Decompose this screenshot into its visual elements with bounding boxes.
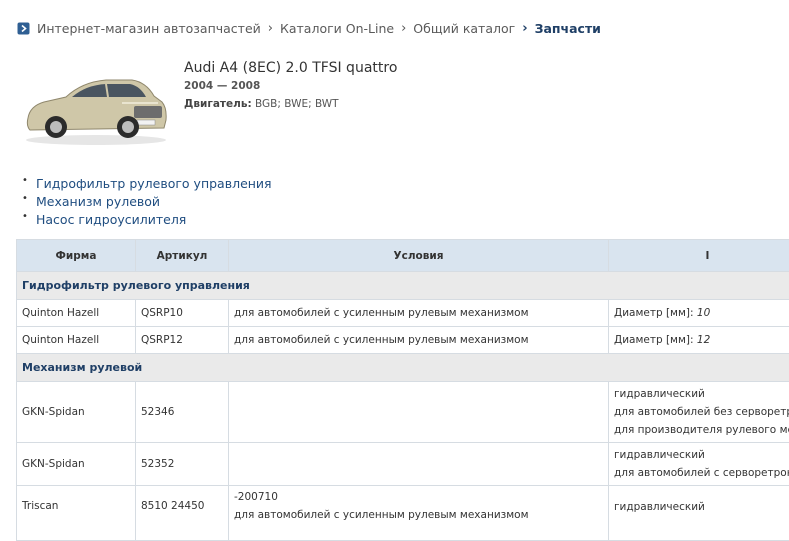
cell-firm: Triscan: [17, 486, 136, 541]
table-row[interactable]: GKN-Spidan 52352 гидравлический для авто…: [17, 443, 789, 486]
cell-firm: GKN-Spidan: [17, 443, 136, 486]
breadcrumb-current: Запчасти: [535, 21, 601, 36]
param-line: для автомобилей без серворетроник: [614, 403, 789, 421]
bullet-icon: •: [22, 175, 28, 186]
param-line: для производителя рулевого меха: [614, 421, 789, 439]
column-header-conditions[interactable]: Условия: [229, 240, 609, 272]
cell-firm: GKN-Spidan: [17, 382, 136, 443]
param-label: Диаметр [мм]:: [614, 334, 694, 346]
vehicle-engines: Двигатель: BGB; BWE; BWT: [184, 98, 339, 110]
cell-params: гидравлический: [609, 486, 789, 541]
cell-params: Диаметр [мм]: 10: [609, 300, 789, 327]
bullet-icon: •: [22, 211, 28, 222]
param-value: 12: [697, 334, 710, 346]
section-link-label[interactable]: Гидрофильтр рулевого управления: [36, 176, 272, 191]
param-line: гидравлический: [614, 498, 789, 516]
breadcrumb-link-shop[interactable]: Интернет-магазин автозапчастей: [37, 21, 261, 36]
table-row[interactable]: Quinton Hazell QSRP12 для автомобилей с …: [17, 327, 789, 354]
table-row[interactable]: Quinton Hazell QSRP10 для автомобилей с …: [17, 300, 789, 327]
cell-conditions: для автомобилей с усиленным рулевым меха…: [229, 300, 609, 327]
breadcrumb-link-general-catalog[interactable]: Общий каталог: [413, 21, 515, 36]
section-links: • Гидрофильтр рулевого управления • Механи…: [22, 176, 272, 230]
section-link-label[interactable]: Механизм рулевой: [36, 194, 160, 209]
section-link-label[interactable]: Насос гидроусилителя: [36, 212, 186, 227]
breadcrumb-separator: ›: [268, 21, 273, 36]
param-value: 10: [697, 307, 710, 319]
cell-conditions: [229, 382, 609, 443]
cell-params: Диаметр [мм]: 12: [609, 327, 789, 354]
table-row[interactable]: GKN-Spidan 52346 гидравлический для авто…: [17, 382, 789, 443]
cell-conditions: для автомобилей с усиленным рулевым меха…: [229, 327, 609, 354]
section-link-steering-rack[interactable]: • Механизм рулевой: [22, 194, 272, 212]
section-link-hydrofilter[interactable]: • Гидрофильтр рулевого управления: [22, 176, 272, 194]
condition-line: -200710: [234, 488, 608, 506]
column-header-params[interactable]: I: [609, 240, 789, 272]
group-title: Механизм рулевой: [17, 354, 789, 382]
breadcrumb: Интернет-магазин автозапчастей › Каталог…: [17, 19, 601, 37]
column-header-article[interactable]: Артикул: [136, 240, 229, 272]
cell-article[interactable]: QSRP12: [136, 327, 229, 354]
engines-value: BGB; BWE; BWT: [255, 98, 339, 110]
bullet-icon: •: [22, 193, 28, 204]
cell-article[interactable]: 52346: [136, 382, 229, 443]
group-row: Механизм рулевой: [17, 354, 789, 382]
cell-params: гидравлический для автомобилей с серворе…: [609, 443, 789, 486]
table-header-row: Фирма Артикул Условия I: [17, 240, 789, 272]
section-link-power-pump[interactable]: • Насос гидроусилителя: [22, 212, 272, 230]
param-line: гидравлический: [614, 446, 789, 464]
cell-params: гидравлический для автомобилей без серво…: [609, 382, 789, 443]
cell-article[interactable]: 8510 24450: [136, 486, 229, 541]
breadcrumb-separator: ›: [401, 21, 406, 36]
vehicle-years: 2004 — 2008: [184, 80, 260, 92]
group-title: Гидрофильтр рулевого управления: [17, 272, 789, 300]
cell-article[interactable]: QSRP10: [136, 300, 229, 327]
engines-label: Двигатель:: [184, 98, 252, 110]
param-line: для автомобилей с серворетроник-р: [614, 464, 789, 482]
breadcrumb-link-catalogs[interactable]: Каталоги On-Line: [280, 21, 394, 36]
vehicle-title: Audi A4 (8EC) 2.0 TFSI quattro: [184, 60, 397, 76]
cell-article[interactable]: 52352: [136, 443, 229, 486]
condition-line: для автомобилей с усиленным рулевым меха…: [234, 506, 608, 524]
table-row[interactable]: Triscan 8510 24450 -200710 для автомобил…: [17, 486, 789, 541]
param-label: Диаметр [мм]:: [614, 307, 694, 319]
param-line: гидравлический: [614, 385, 789, 403]
parts-table: Фирма Артикул Условия I Гидрофильтр руле…: [16, 239, 789, 541]
car-image: [22, 66, 168, 146]
cell-firm: Quinton Hazell: [17, 300, 136, 327]
column-header-firm[interactable]: Фирма: [17, 240, 136, 272]
cell-conditions: [229, 443, 609, 486]
breadcrumb-separator: ›: [522, 21, 527, 36]
cell-firm: Quinton Hazell: [17, 327, 136, 354]
home-arrow-icon[interactable]: [17, 22, 30, 35]
group-row: Гидрофильтр рулевого управления: [17, 272, 789, 300]
cell-conditions: -200710 для автомобилей с усиленным руле…: [229, 486, 609, 541]
